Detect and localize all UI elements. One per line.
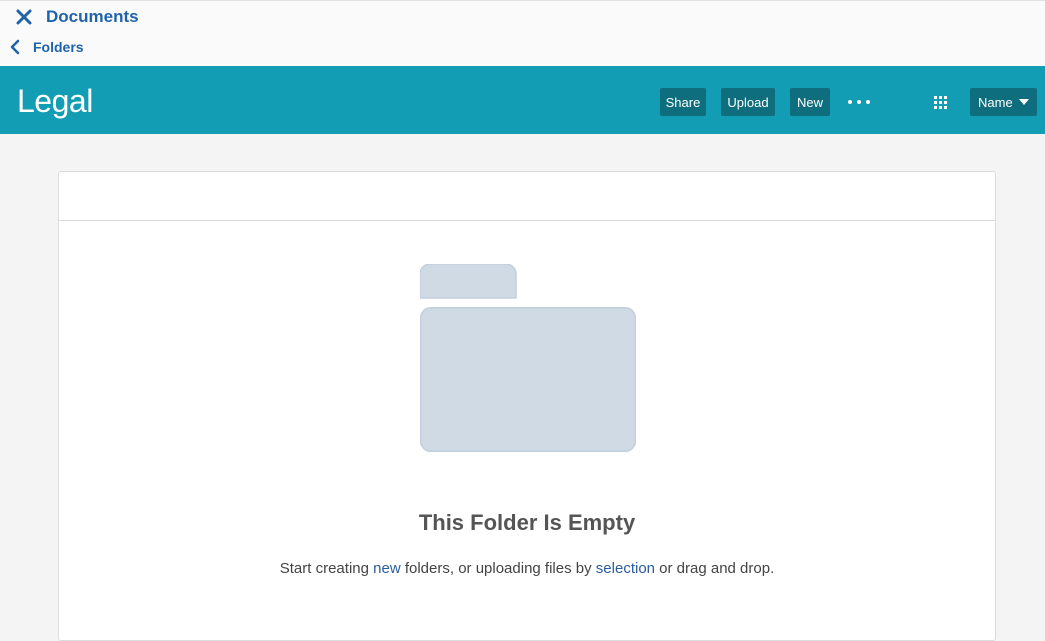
folder-title: Legal bbox=[17, 83, 93, 119]
more-actions-button[interactable] bbox=[848, 96, 870, 108]
breadcrumb-folders: Folders bbox=[33, 39, 84, 55]
more-horizontal-icon-dot bbox=[848, 100, 852, 104]
share-button[interactable]: Share bbox=[660, 88, 706, 116]
select-files-link[interactable]: selection bbox=[596, 560, 655, 577]
more-horizontal-icon-dot bbox=[857, 100, 861, 104]
top-navigation: Documents Folders bbox=[0, 0, 1045, 66]
content-panel: This Folder Is Empty Start creating new … bbox=[58, 171, 996, 641]
empty-desc-text: Start creating bbox=[279, 560, 374, 577]
upload-button[interactable]: Upload bbox=[721, 88, 775, 116]
new-button[interactable]: New bbox=[790, 88, 830, 116]
sort-label: Name bbox=[978, 94, 1013, 110]
close-icon bbox=[16, 9, 32, 25]
close-documents-button[interactable]: Documents bbox=[15, 7, 139, 27]
chevron-left-icon bbox=[10, 39, 20, 55]
grid-view-icon[interactable] bbox=[934, 96, 947, 109]
empty-desc-text: or drag and drop. bbox=[655, 560, 775, 577]
sort-dropdown[interactable]: Name bbox=[970, 88, 1037, 116]
empty-state-title: This Folder Is Empty bbox=[418, 510, 636, 535]
caret-down-icon bbox=[1019, 99, 1029, 105]
panel-header bbox=[59, 172, 995, 221]
folder-header: Legal Share Upload New Name bbox=[0, 66, 1045, 134]
back-to-folders-link[interactable]: Folders bbox=[9, 38, 84, 56]
more-horizontal-icon-dot bbox=[866, 100, 870, 104]
app-title: Documents bbox=[46, 7, 139, 26]
empty-state-description: Start creating new folders, or uploading… bbox=[59, 560, 995, 577]
empty-folder-icon bbox=[420, 264, 636, 452]
empty-desc-text: folders, or uploading files by bbox=[400, 560, 596, 577]
new-folder-link[interactable]: new bbox=[373, 560, 401, 577]
